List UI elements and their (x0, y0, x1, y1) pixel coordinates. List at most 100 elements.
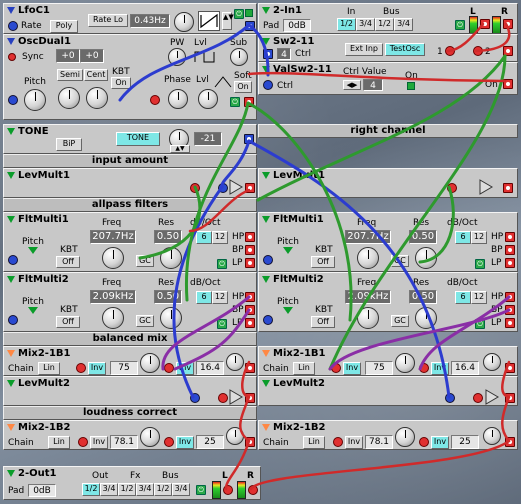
module-menu-icon[interactable] (262, 424, 270, 431)
right-input-jack[interactable] (248, 485, 258, 495)
switch-module[interactable]: Sw2-11 4 Ctrl Ext Inp TestOsc 1 2 (258, 34, 518, 62)
poly-button[interactable]: Poly (50, 20, 78, 33)
value-switch-output-jack[interactable] (503, 79, 513, 89)
levmult2-mod-jack[interactable] (190, 393, 200, 403)
input-module[interactable]: 2-In1 Pad 0dB In Bus 1/2 3/4 1/2 3/4 ⏻ L… (258, 3, 518, 34)
mix-level2-knob[interactable] (226, 353, 244, 371)
freq-knob[interactable] (102, 307, 124, 329)
mix-level2-knob[interactable] (226, 427, 244, 445)
slope-6-button[interactable]: 6 (196, 291, 212, 304)
bus-1-2-button[interactable]: 1/2 (375, 18, 394, 31)
kbt-off-button[interactable]: Off (56, 256, 80, 268)
input-1-jack[interactable] (445, 46, 455, 56)
mix-input2-jack[interactable] (164, 437, 174, 447)
mix-input1-jack[interactable] (331, 363, 341, 373)
phase-knob[interactable] (168, 89, 188, 109)
module-menu-icon[interactable] (262, 350, 270, 357)
rate-knob[interactable] (174, 12, 194, 32)
filter-power-icon[interactable]: ⏻ (217, 259, 227, 269)
rate-input-jack[interactable] (8, 21, 18, 31)
levmult2-output-jack[interactable] (245, 393, 255, 403)
filter2-right-module[interactable]: FltMulti2 Freq Res dB/Oct 2.09kHz 0.50 6… (258, 272, 518, 332)
lp-output-jack[interactable] (505, 318, 515, 328)
module-menu-icon[interactable] (7, 172, 15, 179)
filter1-left-module[interactable]: FltMulti1 Freq Res dB/Oct 207.7Hz 0.50 6… (3, 212, 257, 272)
invert2-button[interactable]: Inv (176, 436, 194, 449)
levmult2-right-module[interactable]: LevMult2 (258, 376, 518, 406)
bp-output-jack[interactable] (505, 245, 515, 255)
mix-output-jack[interactable] (505, 363, 515, 373)
gc-button[interactable]: GC (136, 315, 154, 327)
module-menu-icon[interactable] (7, 470, 15, 477)
mix-input2-jack[interactable] (419, 437, 429, 447)
freq-knob[interactable] (357, 307, 379, 329)
phase-input-jack[interactable] (150, 95, 160, 105)
module-menu-icon[interactable] (7, 128, 15, 135)
slope-6-button[interactable]: 6 (455, 231, 471, 244)
gc-button[interactable]: GC (391, 315, 409, 327)
kbt-on-button[interactable]: On (111, 77, 131, 89)
invert2-button[interactable]: Inv (431, 436, 449, 449)
slope-12-button[interactable]: 12 (212, 231, 228, 244)
mix-level1-knob[interactable] (140, 427, 160, 447)
lin-button[interactable]: Lin (303, 436, 325, 449)
soft-on-button[interactable]: On (234, 81, 252, 93)
levmult1-right-module[interactable]: LevMult1 (258, 168, 518, 198)
kbt-off-button[interactable]: Off (311, 316, 335, 328)
pw-knob[interactable] (168, 48, 186, 66)
module-menu-icon[interactable] (262, 380, 270, 387)
lin-button[interactable]: Lin (48, 436, 70, 449)
right-output-jack[interactable] (503, 19, 513, 29)
waveform-display[interactable] (198, 11, 220, 31)
pitch-input-jack[interactable] (8, 315, 18, 325)
tone-output-jack[interactable] (244, 134, 254, 144)
mix1-left-module[interactable]: Mix2-1B1 Chain Lin Inv 75 Inv 16.4 (3, 346, 257, 376)
ctrl-value-stepper[interactable]: ◀▶ (343, 80, 361, 90)
invert2-button[interactable]: Inv (431, 362, 449, 375)
levmult1-mod-jack[interactable] (218, 183, 228, 193)
bus-3-4-button[interactable]: 3/4 (172, 483, 190, 496)
levmult1r-output-jack[interactable] (503, 183, 513, 193)
res-knob[interactable] (415, 247, 437, 269)
bp-output-jack[interactable] (505, 305, 515, 315)
tone-button[interactable]: TONE (116, 132, 160, 146)
module-menu-icon[interactable] (7, 350, 15, 357)
mix-level1-knob[interactable] (140, 353, 160, 373)
rate-lo-button[interactable]: Rate Lo (88, 14, 128, 27)
slope-12-button[interactable]: 12 (471, 231, 487, 244)
lin-button[interactable]: Lin (38, 362, 60, 375)
filter-power-icon[interactable]: ⏻ (217, 319, 227, 329)
lfo-output-jack[interactable] (245, 21, 255, 31)
level2-knob[interactable] (198, 89, 218, 109)
ext-input-button[interactable]: Ext Inp (345, 43, 383, 56)
levmult2r-input-jack[interactable] (473, 393, 483, 403)
filter2-left-module[interactable]: FltMulti2 Freq Res dB/Oct 2.09kHz 0.50 6… (3, 272, 257, 332)
osc-output-jack[interactable] (244, 97, 254, 107)
out-3-4-button[interactable]: 3/4 (100, 483, 118, 496)
mix-level2-knob[interactable] (483, 427, 501, 445)
value-switch-module[interactable]: ValSw2-11 Ctrl Ctrl Value ◀▶ 4 On On (258, 62, 518, 95)
levmult1-left-module[interactable]: LevMult1 (3, 168, 257, 198)
filter1-right-module[interactable]: FltMulti1 Freq Res dB/Oct 207.7Hz 0.50 6… (258, 212, 518, 272)
mix-output-jack[interactable] (245, 437, 255, 447)
res-knob[interactable] (415, 307, 437, 329)
tone-stepper[interactable]: ▲▼ (170, 145, 190, 153)
mix2-left-module[interactable]: Mix2-1B2 Chain Lin Inv 78.1 Inv 25 (3, 420, 257, 450)
module-menu-icon[interactable] (7, 424, 15, 431)
mix-level1-knob[interactable] (395, 427, 415, 447)
pad-value-display[interactable]: 0dB (28, 484, 56, 497)
tone-module[interactable]: TONE BiP TONE ▲▼ -21 (3, 124, 257, 154)
slope-6-button[interactable]: 6 (455, 291, 471, 304)
hp-output-jack[interactable] (245, 232, 255, 242)
mix-input1-jack[interactable] (333, 437, 343, 447)
slope-6-button[interactable]: 6 (196, 231, 212, 244)
invert2-button[interactable]: Inv (176, 362, 194, 375)
ctrl-input-jack[interactable] (263, 49, 273, 59)
mix-input2-jack[interactable] (164, 363, 174, 373)
semi-button[interactable]: Semi (57, 69, 83, 81)
output-power-icon[interactable]: ⏻ (196, 485, 206, 495)
freq-knob[interactable] (357, 247, 379, 269)
levmult2r-mod-jack[interactable] (445, 393, 455, 403)
filter-power-icon[interactable]: ⏻ (475, 319, 485, 329)
switch-output-jack[interactable] (503, 46, 513, 56)
